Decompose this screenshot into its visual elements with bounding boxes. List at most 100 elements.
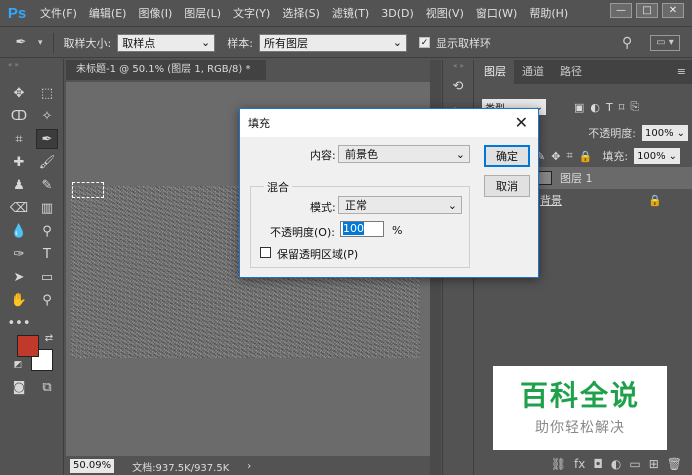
menu-image[interactable]: 图像(I) — [132, 0, 178, 27]
menu-help[interactable]: 帮助(H) — [523, 0, 574, 27]
show-ring-checkbox[interactable]: ✓ — [418, 37, 430, 48]
minimize-button[interactable]: — — [610, 3, 632, 18]
selection-marquee[interactable] — [72, 182, 104, 198]
fill-field[interactable]: 100% ⌄ — [634, 148, 681, 164]
close-window-button[interactable]: ✕ — [662, 3, 684, 18]
dialog-close-icon[interactable]: ✕ — [515, 113, 528, 132]
preserve-transparency-label: 保留透明区域(P) — [277, 248, 359, 261]
status-menu-arrow[interactable]: › — [247, 461, 251, 472]
layer-thumbnail — [538, 171, 552, 185]
tab-layers[interactable]: 图层 — [476, 60, 514, 84]
panel-menu-icon[interactable]: ≡ — [677, 60, 692, 84]
mode-select[interactable]: 正常 ⌄ — [338, 196, 462, 214]
lock-all-icon[interactable]: 🔒 — [579, 150, 593, 163]
gradient-tool-icon[interactable]: ▥ — [36, 198, 58, 218]
marquee-tool-icon[interactable]: ⬚ — [36, 83, 58, 103]
link-layers-icon[interactable]: ⛓ — [551, 457, 566, 471]
zoom-field[interactable]: 50.09% — [70, 459, 115, 473]
chevron-down-icon: ⌄ — [455, 147, 465, 161]
tool-preset-chevron-icon[interactable]: ▾ — [38, 38, 43, 48]
menu-view[interactable]: 视图(V) — [420, 0, 470, 27]
move-tool-icon[interactable]: ✥ — [8, 83, 30, 103]
quick-mask-icon[interactable]: ◙ — [8, 377, 30, 397]
menu-window[interactable]: 窗口(W) — [470, 0, 523, 27]
eyedropper-tool-icon[interactable]: ✒ — [36, 129, 58, 149]
magic-wand-tool-icon[interactable]: ✧ — [36, 106, 58, 126]
menu-3d[interactable]: 3D(D) — [375, 0, 420, 27]
path-selection-tool-icon[interactable]: ➤ — [8, 267, 30, 287]
filter-pixel-icon[interactable]: ▣ — [574, 101, 584, 114]
options-divider — [52, 32, 54, 53]
sample-size-select[interactable]: 取样点 ⌄ — [117, 33, 216, 52]
preserve-transparency-checkbox[interactable] — [260, 247, 271, 258]
opacity-field[interactable]: 100% ⌄ — [642, 125, 688, 141]
filter-smart-icon[interactable]: ⎘ — [630, 100, 639, 114]
history-panel-icon[interactable]: ⟲ — [447, 76, 469, 96]
add-mask-icon[interactable]: ◘ — [593, 457, 603, 471]
fill-dialog: 填充 ✕ 内容: 前景色 ⌄ 确定 取消 混合 模式: 正常 ⌄ 不透明度(O)… — [239, 108, 539, 278]
layer-style-icon[interactable]: fx — [574, 457, 585, 471]
pen-tool-icon[interactable]: ✑ — [8, 244, 30, 264]
eraser-tool-icon[interactable]: ⌫ — [8, 198, 30, 218]
opacity-label: 不透明度: — [588, 127, 636, 140]
delete-layer-icon[interactable]: 🗑 — [667, 457, 682, 471]
hand-tool-icon[interactable]: ✋ — [8, 290, 30, 310]
menu-layer[interactable]: 图层(L) — [178, 0, 227, 27]
fill-label: 填充: — [602, 150, 629, 163]
restore-button[interactable]: □ — [636, 3, 658, 18]
brush-tool-icon[interactable]: 🖌 — [36, 152, 58, 172]
zoom-tool-icon[interactable]: ⚲ — [36, 290, 58, 310]
more-tools-icon[interactable]: ••• — [8, 313, 31, 333]
opacity-input[interactable]: 100 — [340, 221, 384, 237]
watermark-logo: 百科全说 助你轻松解决 — [493, 366, 667, 450]
document-tab[interactable]: 未标题-1 @ 50.1% (图层 1, RGB/8) * ✕ — [66, 60, 266, 95]
foreground-color-swatch[interactable] — [17, 335, 39, 357]
show-ring-label: 显示取样环 — [435, 36, 491, 50]
dialog-titlebar[interactable]: 填充 — [240, 109, 538, 137]
sample-size-value: 取样点 — [122, 36, 156, 50]
blur-tool-icon[interactable]: 💧 — [8, 221, 30, 241]
cancel-button[interactable]: 取消 — [484, 175, 530, 197]
history-brush-tool-icon[interactable]: ✎ — [36, 175, 58, 195]
content-select[interactable]: 前景色 ⌄ — [338, 145, 470, 163]
content-value: 前景色 — [345, 148, 378, 161]
tab-paths[interactable]: 路径 — [552, 60, 590, 84]
dialog-title: 填充 — [248, 117, 270, 130]
expand-arrows-icon[interactable]: « » — [453, 62, 464, 70]
clone-stamp-tool-icon[interactable]: ♟ — [8, 175, 30, 195]
tools-panel: « » ✥ ⬚ ↀ ✧ ⌗ ✒ ✚ 🖌 ♟ ✎ ⌫ ▥ 💧 ⚲ ✑ T ➤ ▭ … — [0, 59, 64, 475]
adjustment-layer-icon[interactable]: ◐ — [611, 457, 621, 471]
menu-edit[interactable]: 编辑(E) — [83, 0, 133, 27]
menu-select[interactable]: 选择(S) — [276, 0, 326, 27]
tab-channels[interactable]: 通道 — [514, 60, 552, 84]
default-colors-icon[interactable]: ◩ — [12, 359, 24, 371]
collapse-arrows-icon[interactable]: « » — [8, 61, 19, 69]
status-bar: 50.09% 文档:937.5K/937.5K › — [66, 457, 430, 475]
new-group-icon[interactable]: ▭ — [629, 457, 640, 471]
chevron-down-icon: ⌄ — [392, 36, 402, 49]
menu-file[interactable]: 文件(F) — [34, 0, 83, 27]
swap-colors-icon[interactable]: ⇄ — [42, 331, 56, 345]
sample-select[interactable]: 所有图层 ⌄ — [258, 33, 407, 52]
new-layer-icon[interactable]: ⊞ — [649, 457, 659, 471]
lock-artboard-icon[interactable]: ⌗ — [566, 149, 572, 163]
sample-label: 样本: — [227, 36, 253, 50]
screen-mode-icon[interactable]: ⧉ — [36, 377, 58, 397]
search-icon[interactable]: ⚲ — [622, 35, 632, 51]
crop-tool-icon[interactable]: ⌗ — [8, 129, 30, 149]
filter-adjust-icon[interactable]: ◐ — [590, 101, 600, 114]
eyedropper-icon[interactable]: ✒ — [10, 33, 32, 53]
dodge-tool-icon[interactable]: ⚲ — [36, 221, 58, 241]
workspace-switcher[interactable]: ▭ ▾ — [650, 34, 680, 51]
healing-brush-tool-icon[interactable]: ✚ — [8, 152, 30, 172]
filter-type-icon[interactable]: T — [606, 101, 613, 114]
type-tool-icon[interactable]: T — [36, 244, 58, 264]
lock-position-icon[interactable]: ✥ — [551, 150, 560, 163]
lasso-tool-icon[interactable]: ↀ — [8, 106, 30, 126]
ok-button[interactable]: 确定 — [484, 145, 530, 167]
rectangle-tool-icon[interactable]: ▭ — [36, 267, 58, 287]
menu-filter[interactable]: 滤镜(T) — [326, 0, 375, 27]
filter-shape-icon[interactable]: ⌑ — [619, 101, 625, 114]
menu-type[interactable]: 文字(Y) — [227, 0, 276, 27]
chevron-down-icon: ⌄ — [447, 198, 457, 212]
